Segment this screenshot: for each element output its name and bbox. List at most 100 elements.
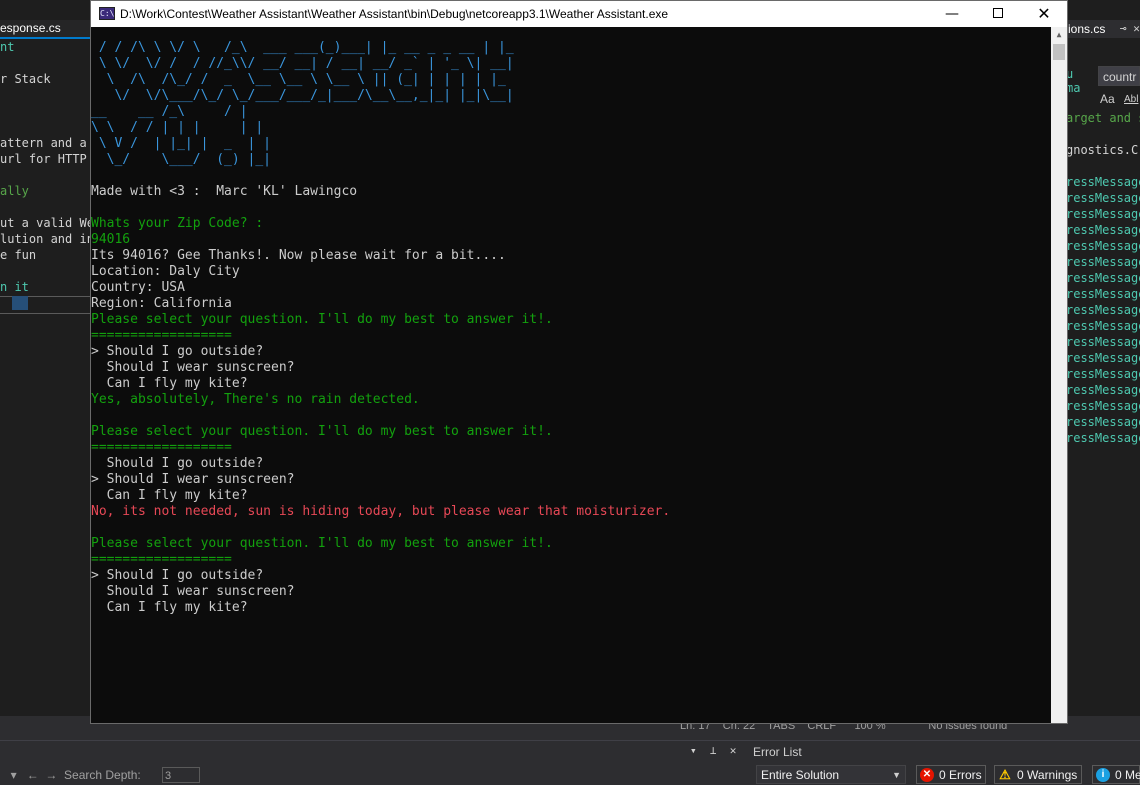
menu-option[interactable]: Can I fly my kite?: [91, 488, 670, 504]
vs-left-code-line: ut a valid We: [0, 216, 90, 230]
messages-count: 0 Me: [1115, 768, 1140, 782]
banner-line: \ /\ /\_/ / _ \__ \__ \ \__ \ || (_| | |…: [91, 72, 506, 87]
error-list-title: Error List: [753, 745, 802, 759]
location-line: Location: Daly City: [91, 264, 240, 279]
vs-left-code-line: e fun: [0, 248, 37, 262]
error-list-scope-value: Entire Solution: [761, 768, 840, 782]
close-icon: ✕: [1037, 4, 1051, 23]
vs-right-editor-tab-label: ions.cs: [1068, 22, 1106, 36]
vs-right-code-line: ressMessage: [1066, 271, 1140, 285]
menu-option[interactable]: > Should I go outside?: [91, 344, 670, 360]
vs-right-code-line: ressMessage: [1066, 223, 1140, 237]
errors-filter-button[interactable]: ✕ 0 Errors: [916, 765, 986, 784]
credit-line: Made with <3 : Marc 'KL' Lawingco: [91, 184, 358, 199]
menu-option[interactable]: Can I fly my kite?: [91, 600, 670, 616]
separator-rule: ==================: [91, 328, 232, 343]
zip-input-echo: 94016: [91, 232, 131, 247]
find-input[interactable]: countr: [1098, 66, 1140, 86]
vs-left-editor-tab[interactable]: esponse.cs: [0, 20, 90, 37]
vs-left-code-line: nt: [0, 40, 15, 54]
zip-prompt: Whats your Zip Code? :: [91, 216, 264, 231]
vs-text-selection: [12, 296, 28, 310]
vs-right-code-line: gnostics.C: [1066, 143, 1139, 157]
menu-option[interactable]: Can I fly my kite?: [91, 376, 670, 392]
minimize-button[interactable]: —: [929, 1, 975, 27]
vs-right-code-line: ressMessage: [1066, 367, 1140, 381]
vs-right-code-line: ressMessage: [1066, 415, 1140, 429]
info-icon: i: [1096, 768, 1110, 782]
warnings-count: 0 Warnings: [1017, 768, 1078, 782]
console-output[interactable]: / / /\ \ \/ \ /_\ ___ ___(_)___| |_ __ _…: [91, 27, 1051, 723]
separator-rule: ==================: [91, 552, 232, 567]
chevron-down-icon: ▼: [892, 770, 901, 780]
console-scrollbar[interactable]: ▲: [1051, 27, 1067, 723]
answer-line: No, its not needed, sun is hiding today,…: [91, 504, 671, 519]
maximize-button[interactable]: [975, 1, 1021, 27]
country-line: Country: USA: [91, 280, 185, 295]
separator-rule: ==================: [91, 440, 232, 455]
banner-line: \_/ \___/ (_) |_|: [91, 152, 272, 167]
menu-option[interactable]: Should I go outside?: [91, 456, 670, 472]
errors-count: 0 Errors: [939, 768, 982, 782]
vs-left-code-line: n it: [0, 280, 29, 294]
question-prompt: Please select your question. I'll do my …: [91, 536, 553, 551]
question-prompt: Please select your question. I'll do my …: [91, 424, 553, 439]
vs-right-code-line: ressMessage: [1066, 191, 1140, 205]
answer-line: Yes, absolutely, There's no rain detecte…: [91, 392, 420, 407]
console-lines: / / /\ \ \/ \ /_\ ___ ___(_)___| |_ __ _…: [91, 40, 670, 616]
vs-left-code-line: url for HTTP: [0, 152, 87, 166]
warning-icon: ⚠: [999, 767, 1011, 782]
menu-option[interactable]: Should I wear sunscreen?: [91, 584, 670, 600]
menu-option[interactable]: > Should I go outside?: [91, 568, 670, 584]
vs-left-editor-tab-label: esponse.cs: [0, 21, 61, 35]
vs-right-code-line: arget and s: [1066, 111, 1140, 125]
minimize-icon: —: [945, 6, 959, 22]
banner-line: \ V / | |_| | _ | |: [91, 136, 272, 151]
vs-left-code-line: attern and a: [0, 136, 87, 150]
banner-line: __ __ /_\ / |: [91, 104, 248, 119]
vs-right-code-line: ressMessage: [1066, 399, 1140, 413]
vs-right-code-line: ressMessage: [1066, 431, 1140, 445]
search-depth-toolbar[interactable]: ▾ ← → Search Depth:: [4, 766, 141, 784]
maximize-icon: [993, 8, 1003, 18]
messages-filter-button[interactable]: i 0 Me: [1092, 765, 1140, 784]
console-app-icon: C:\: [99, 7, 115, 20]
scroll-up-arrow-icon[interactable]: ▲: [1051, 27, 1067, 43]
match-word-toggle[interactable]: Abl: [1124, 94, 1138, 105]
error-list-scope-select[interactable]: Entire Solution ▼: [756, 765, 906, 784]
region-line: Region: California: [91, 296, 232, 311]
console-title-bar[interactable]: C:\ D:\Work\Contest\Weather Assistant\We…: [91, 1, 1067, 27]
menu-option[interactable]: > Should I wear sunscreen?: [91, 472, 670, 488]
vs-left-code-line: lution and in: [0, 232, 90, 246]
warnings-filter-button[interactable]: ⚠ 0 Warnings: [994, 765, 1082, 784]
scroll-thumb[interactable]: [1053, 44, 1065, 60]
pin-icon[interactable]: ⊸ ✕: [1120, 22, 1140, 35]
vs-right-code-line: ressMessage: [1066, 303, 1140, 317]
vs-left-editor: esponse.cs nt r Stack attern and a url for …: [0, 0, 90, 740]
window-title: D:\Work\Contest\Weather Assistant\Weathe…: [120, 7, 669, 21]
vs-right-code-line: ressMessage: [1066, 335, 1140, 349]
menu-option[interactable]: Should I wear sunscreen?: [91, 360, 670, 376]
vs-right-code-line: ressMessage: [1066, 351, 1140, 365]
vs-right-code-line: ressMessage: [1066, 175, 1140, 189]
banner-line: / / /\ \ \/ \ /_\ ___ ___(_)___| |_ __ _…: [91, 40, 514, 55]
search-depth-input[interactable]: 3: [162, 767, 200, 783]
console-window[interactable]: C:\ D:\Work\Contest\Weather Assistant\We…: [90, 0, 1068, 724]
vs-left-code-line: ally: [0, 184, 29, 198]
panel-controls[interactable]: ▾ ⊥ ✕: [690, 744, 736, 757]
vs-left-code-line: r Stack: [0, 72, 51, 86]
banner-line: \ \/ \/ / / //_\\/ __/ __| / __| __/ _` …: [91, 56, 514, 71]
vs-right-code-line: ressMessage: [1066, 319, 1140, 333]
match-case-toggle[interactable]: Aa: [1100, 92, 1115, 106]
vs-right-code-line: ressMessage: [1066, 239, 1140, 253]
thanks-line: Its 94016? Gee Thanks!. Now please wait …: [91, 248, 506, 263]
vs-right-code-line: ressMessage: [1066, 255, 1140, 269]
close-button[interactable]: ✕: [1021, 1, 1067, 27]
banner-line: \ \ / / | | | | |: [91, 120, 264, 135]
error-icon: ✕: [920, 768, 934, 782]
vs-right-code-line: ma: [1066, 81, 1081, 95]
